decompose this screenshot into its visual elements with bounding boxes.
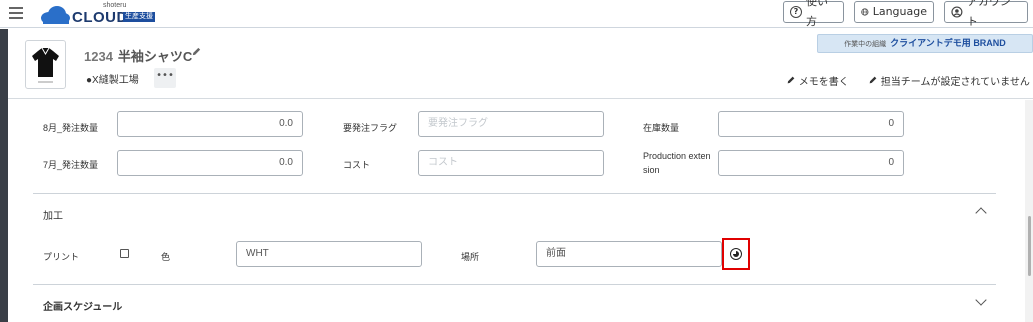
top-bar: shoteru CLOUD 生産支援 ? 使い方 Language アカウント xyxy=(0,0,1033,28)
organization-badge: 作業中の組織 クライアントデモ用 BRAND xyxy=(817,34,1033,53)
location-label: 場所 xyxy=(461,252,480,262)
pencil-icon xyxy=(787,76,795,84)
production-extension-label-line2: sion xyxy=(643,165,660,175)
cloud-logo-icon xyxy=(41,6,70,24)
jul-order-qty-label: 7月_発注数量 xyxy=(43,160,99,170)
schedule-section-title[interactable]: 企画スケジュール xyxy=(43,298,122,313)
order-flag-input[interactable]: 要発注フラグ xyxy=(418,111,604,137)
user-circle-icon xyxy=(951,6,963,18)
item-header: 1234 半袖シャツC ●X縫製工場 ••• 作業中の組織 クライアントデモ用 BR… xyxy=(8,30,1033,99)
location-input[interactable]: 前面 xyxy=(536,241,722,267)
item-title: 1234 半袖シャツC xyxy=(84,46,192,65)
pencil-icon[interactable] xyxy=(191,46,202,57)
production-extension-label-line1: Production exten xyxy=(643,151,711,161)
processing-section-title[interactable]: 加工 xyxy=(43,207,63,222)
factory-label: ●X縫製工場 xyxy=(86,75,139,86)
memo-label: メモを書く xyxy=(798,77,849,88)
account-button[interactable]: アカウント xyxy=(944,0,1028,28)
language-label: Language xyxy=(872,5,927,18)
globe-icon xyxy=(861,8,869,16)
language-button[interactable]: Language xyxy=(854,1,934,23)
order-flag-label: 要発注フラグ xyxy=(343,123,398,133)
logo-tag: 生産支援 xyxy=(123,12,155,22)
logo-main-text: CLOUD xyxy=(72,9,128,26)
team-label: 担当チームが設定されていません xyxy=(880,77,1030,88)
app-logo[interactable]: shoteru CLOUD 生産支援 xyxy=(40,2,170,26)
cost-input[interactable]: コスト xyxy=(418,150,604,176)
jul-order-qty-input[interactable]: 0.0 xyxy=(117,150,303,176)
cost-label: コスト xyxy=(343,160,371,170)
scrollbar-thumb[interactable] xyxy=(1028,216,1031,276)
color-picker-icon xyxy=(730,248,742,260)
scrollbar-track[interactable] xyxy=(1025,100,1033,322)
print-label: プリント xyxy=(43,252,80,262)
item-thumbnail[interactable] xyxy=(25,40,66,89)
assign-team-link[interactable]: 担当チームが設定されていません xyxy=(868,73,1030,88)
question-circle-icon: ? xyxy=(790,6,802,18)
stock-qty-label: 在庫数量 xyxy=(643,123,680,133)
pencil-icon xyxy=(869,76,877,84)
account-label: アカウント xyxy=(966,0,1011,28)
logo-small-text: shoteru xyxy=(103,2,127,9)
hamburger-icon[interactable] xyxy=(9,7,23,19)
color-label: 色 xyxy=(161,252,171,262)
color-input[interactable]: WHT xyxy=(236,241,422,267)
production-extension-input[interactable]: 0 xyxy=(718,150,904,176)
help-label: 使い方 xyxy=(806,0,828,28)
item-code: 1234 xyxy=(84,49,113,64)
color-picker-button[interactable] xyxy=(722,238,750,270)
org-value: クライアントデモ用 BRAND xyxy=(890,38,1006,48)
item-name: 半袖シャツC xyxy=(117,49,193,64)
stock-qty-input[interactable]: 0 xyxy=(718,111,904,137)
print-checkbox[interactable] xyxy=(120,249,129,258)
org-label: 作業中の組織 xyxy=(844,41,887,48)
section-divider xyxy=(33,193,996,194)
shirt-image xyxy=(32,47,59,83)
more-button[interactable]: ••• xyxy=(154,68,176,88)
section-divider xyxy=(33,284,996,285)
left-rail xyxy=(0,29,8,322)
aug-order-qty-input[interactable]: 0.0 xyxy=(117,111,303,137)
aug-order-qty-label: 8月_発注数量 xyxy=(43,123,99,133)
help-button[interactable]: ? 使い方 xyxy=(783,0,844,28)
write-memo-link[interactable]: メモを書く xyxy=(786,73,849,88)
